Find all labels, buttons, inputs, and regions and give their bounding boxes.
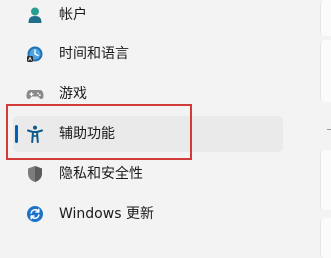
windows-update-icon: [26, 205, 44, 223]
nav-item-privacy-security[interactable]: 隐私和安全性: [13, 156, 283, 192]
gaming-icon: [26, 85, 44, 103]
nav-item-windows-update[interactable]: Windows 更新: [13, 196, 283, 232]
time-language-icon: [26, 45, 44, 63]
settings-card: [320, 218, 331, 258]
nav-item-label: 帐户: [59, 7, 87, 23]
settings-card: [320, 150, 331, 210]
settings-card: [320, 40, 331, 102]
content-pane-edge: [320, 0, 331, 258]
scroll-mark: [327, 129, 331, 130]
nav-item-label: 隐私和安全性: [59, 166, 143, 182]
highlight-annotation-box: [6, 104, 192, 160]
nav-item-time-language[interactable]: 时间和语言: [13, 36, 283, 72]
settings-card: [320, 0, 331, 36]
account-icon: [26, 6, 44, 24]
nav-item-label: Windows 更新: [59, 206, 154, 222]
nav-item-label: 时间和语言: [59, 46, 129, 62]
nav-item-accounts[interactable]: 帐户: [13, 0, 283, 33]
privacy-shield-icon: [26, 165, 44, 183]
